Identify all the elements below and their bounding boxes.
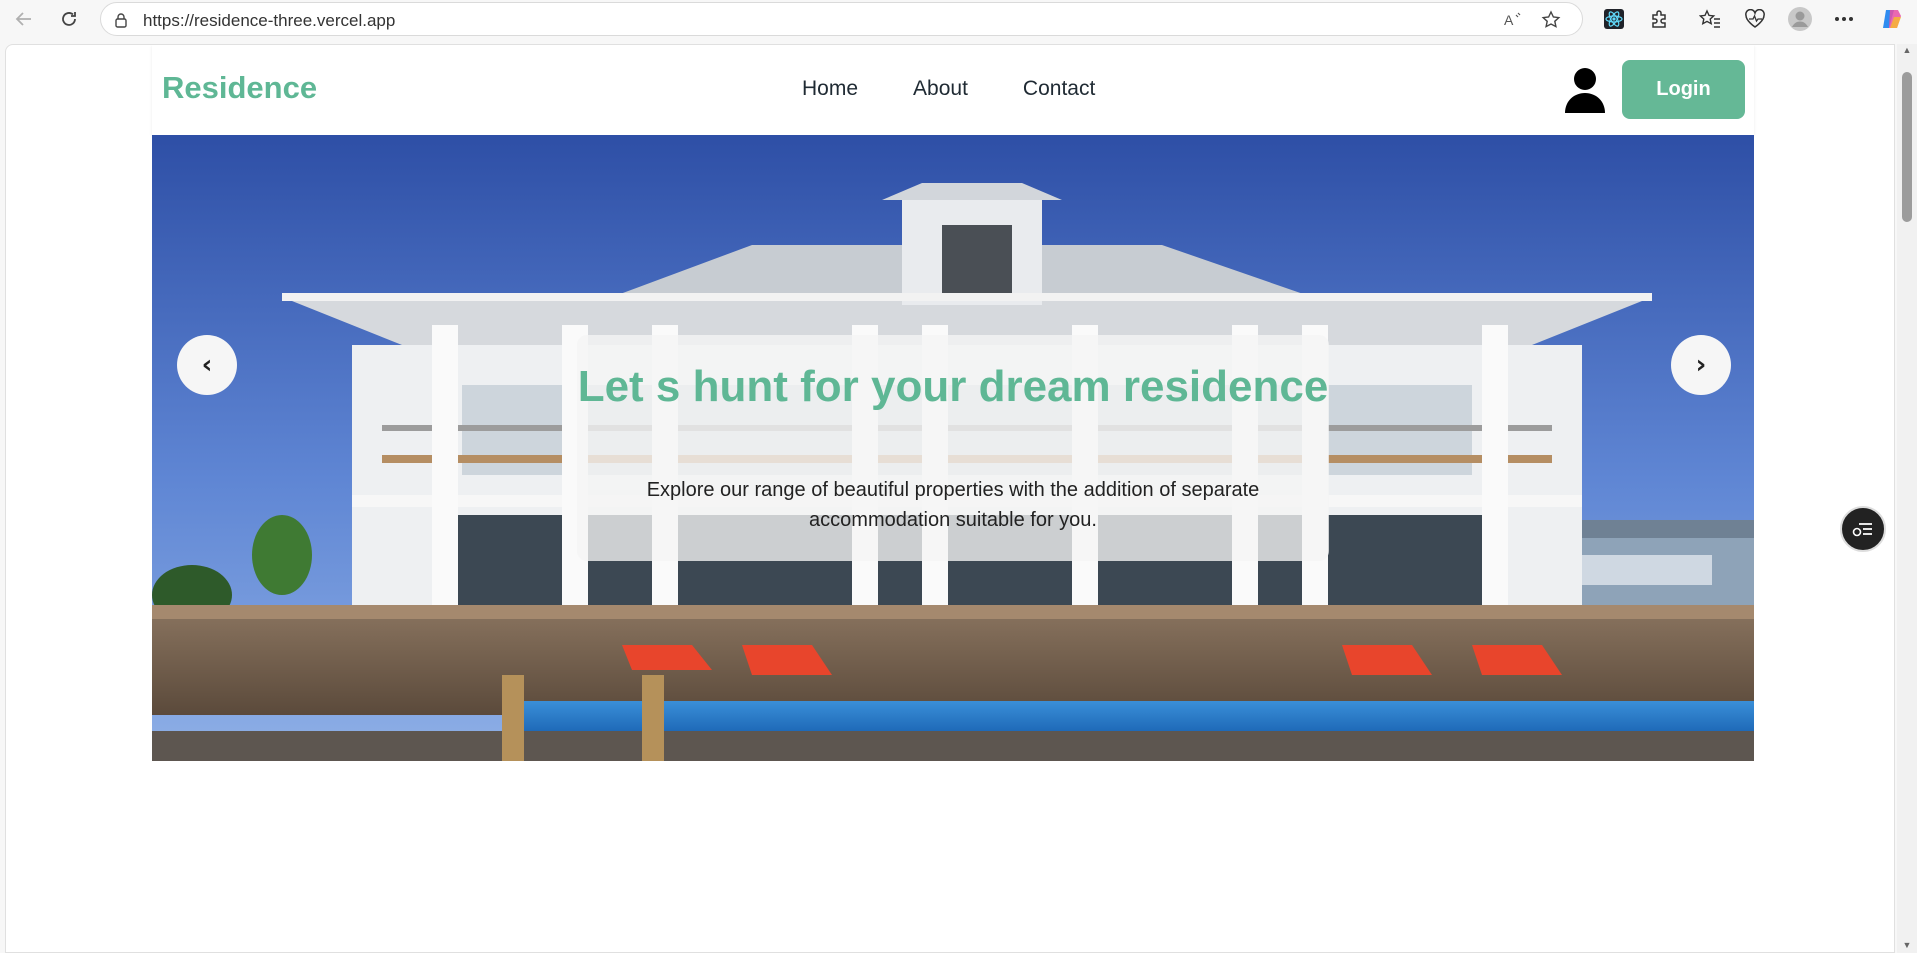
main-nav: Home About Contact: [802, 77, 1095, 101]
browser-essentials-icon[interactable]: [1741, 5, 1769, 33]
user-icon[interactable]: [1563, 67, 1607, 113]
site-header: Residence Home About Contact Login: [152, 45, 1754, 135]
nav-home-link[interactable]: Home: [802, 77, 858, 101]
browser-toolbar: https://residence-three.vercel.app A: [0, 0, 1917, 38]
address-bar[interactable]: https://residence-three.vercel.app A: [100, 2, 1583, 36]
floating-menu-button[interactable]: [1840, 506, 1886, 552]
hero-text-card: Let s hunt for your dream residence Expl…: [577, 335, 1329, 561]
more-icon[interactable]: [1830, 5, 1858, 33]
carousel-prev-button[interactable]: ‹: [177, 335, 237, 395]
refresh-icon[interactable]: [55, 5, 83, 33]
hero-carousel: Let s hunt for your dream residence Expl…: [152, 135, 1754, 761]
url-text: https://residence-three.vercel.app: [143, 11, 396, 30]
lock-icon[interactable]: [109, 8, 133, 32]
svg-text:A: A: [1504, 12, 1514, 28]
favorites-icon[interactable]: [1696, 5, 1724, 33]
read-aloud-icon[interactable]: A: [1501, 8, 1525, 32]
carousel-next-button[interactable]: ›: [1671, 335, 1731, 395]
hero-subtitle: Explore our range of beautiful propertie…: [646, 479, 1260, 531]
copilot-icon[interactable]: [1878, 5, 1906, 33]
profile-icon[interactable]: [1786, 5, 1814, 33]
page-viewport: Residence Home About Contact Login Let s…: [5, 44, 1895, 953]
scroll-thumb[interactable]: [1902, 72, 1912, 222]
scroll-down-icon[interactable]: ▼: [1902, 941, 1912, 950]
page-scrollbar[interactable]: ▲ ▼: [1897, 44, 1917, 953]
scroll-up-icon[interactable]: ▲: [1902, 46, 1912, 55]
site-logo[interactable]: Residence: [162, 70, 317, 106]
react-devtools-icon[interactable]: [1600, 5, 1628, 33]
extensions-icon[interactable]: [1645, 5, 1673, 33]
nav-contact-link[interactable]: Contact: [1023, 77, 1095, 101]
menu-toggle-icon: [1852, 523, 1872, 537]
hero-title: Let s hunt for your dream residence: [577, 362, 1329, 411]
back-icon[interactable]: [10, 5, 38, 33]
login-button[interactable]: Login: [1622, 60, 1745, 119]
favorite-star-icon[interactable]: [1539, 8, 1563, 32]
nav-about-link[interactable]: About: [913, 77, 968, 101]
